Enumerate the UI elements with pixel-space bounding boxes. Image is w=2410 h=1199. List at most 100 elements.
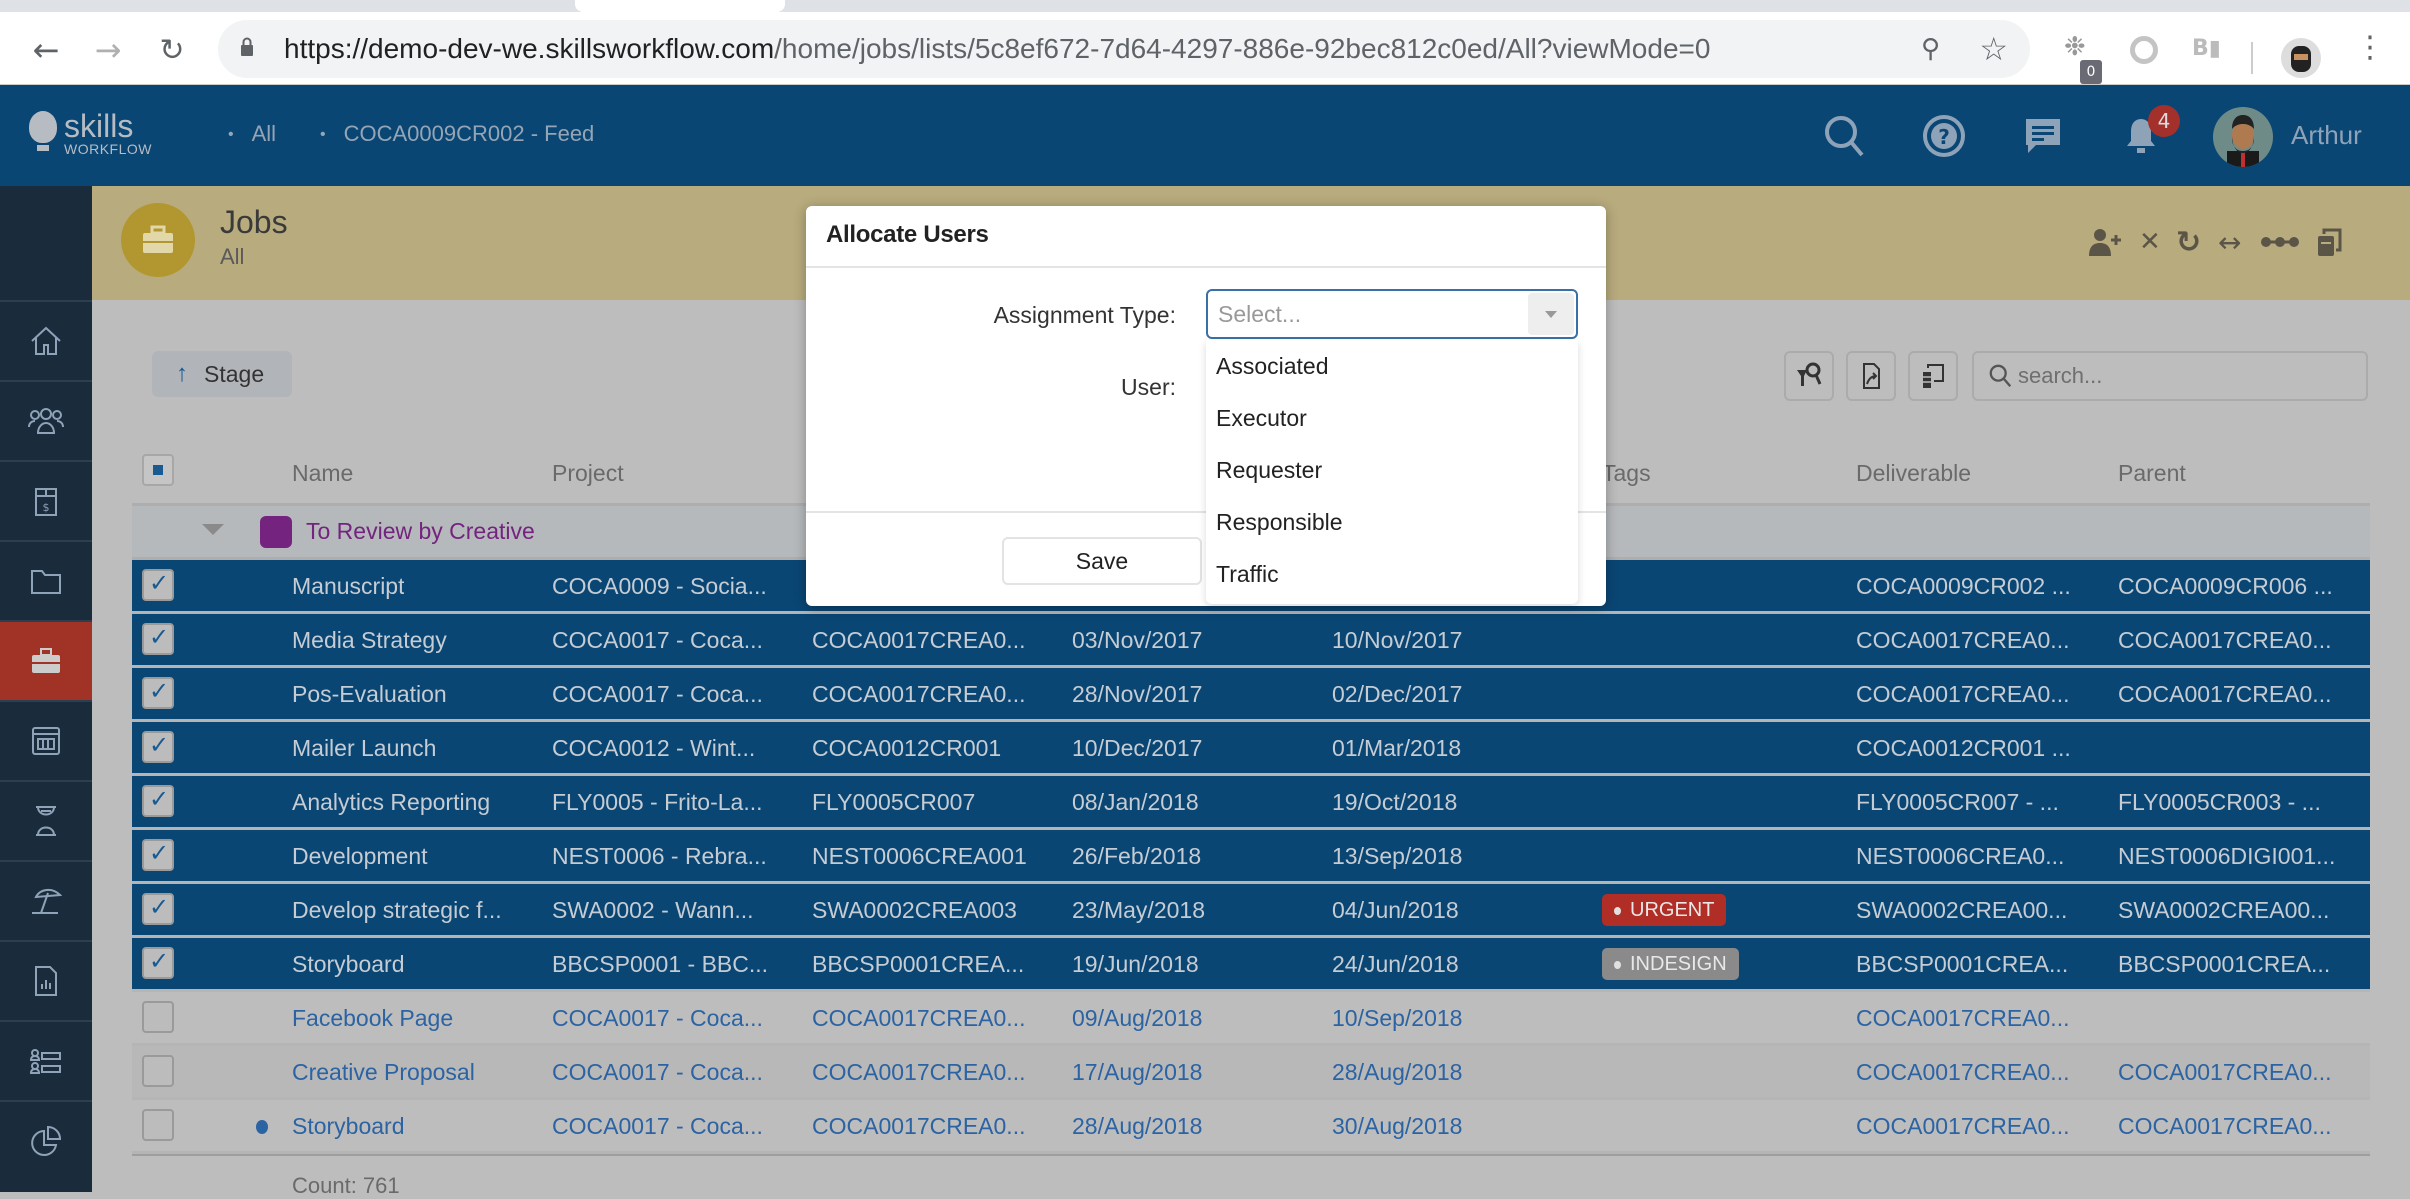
- username[interactable]: Arthur: [2291, 120, 2362, 151]
- help-icon[interactable]: ?: [1921, 113, 1967, 159]
- table-row[interactable]: Media Strategy COCA0017 - Coca... COCA0017…: [132, 614, 2370, 668]
- row-checkbox[interactable]: [142, 785, 174, 817]
- sidebar-item-jobs[interactable]: [0, 620, 92, 700]
- browser-active-tab[interactable]: [575, 0, 785, 12]
- cell-deliverable[interactable]: COCA0017CREA0...: [1856, 1059, 2069, 1086]
- row-checkbox[interactable]: [142, 839, 174, 871]
- stage-sort-button[interactable]: ↑ Stage: [152, 351, 292, 397]
- cell-parent[interactable]: COCA0017CREA0...: [2118, 1059, 2331, 1086]
- chevron-down-icon[interactable]: [1528, 293, 1574, 335]
- reload-icon[interactable]: ↻: [152, 30, 192, 70]
- search-input[interactable]: [2018, 361, 2348, 391]
- cell-job-code[interactable]: COCA0017CREA0...: [812, 1113, 1025, 1140]
- column-header-deliverable[interactable]: Deliverable: [1856, 460, 1971, 487]
- cell-parent[interactable]: COCA0017CREA0...: [2118, 1113, 2331, 1140]
- more-icon[interactable]: [2260, 226, 2300, 258]
- cell-due-date[interactable]: 10/Sep/2018: [1332, 1005, 1462, 1032]
- cell-job-code[interactable]: COCA0017CREA0...: [812, 1005, 1025, 1032]
- cell-name[interactable]: Storyboard: [292, 1113, 405, 1140]
- refresh-icon[interactable]: ↻: [2176, 225, 2201, 260]
- export-button[interactable]: [1846, 351, 1896, 401]
- table-row[interactable]: Facebook Page COCA0017 - Coca... COCA0017C…: [132, 992, 2370, 1046]
- close-icon[interactable]: ✕: [2139, 226, 2161, 258]
- sidebar-item-timesheet[interactable]: [0, 780, 92, 860]
- row-checkbox[interactable]: [142, 623, 174, 655]
- cell-start-date[interactable]: 09/Aug/2018: [1072, 1005, 1202, 1032]
- cell-deliverable[interactable]: COCA0017CREA0...: [1856, 1113, 2069, 1140]
- sidebar-item-home[interactable]: [0, 300, 92, 380]
- column-chooser-button[interactable]: [1908, 351, 1958, 401]
- cell-due-date[interactable]: 30/Aug/2018: [1332, 1113, 1462, 1140]
- sidebar-item-analytics[interactable]: [0, 1100, 92, 1180]
- cell-project[interactable]: COCA0017 - Coca...: [552, 1005, 763, 1032]
- copy-icon[interactable]: [2318, 226, 2342, 258]
- table-row[interactable]: Development NEST0006 - Rebra... NEST0006CR…: [132, 830, 2370, 884]
- cell-name[interactable]: Facebook Page: [292, 1005, 453, 1032]
- profile-avatar[interactable]: [2281, 38, 2321, 78]
- row-checkbox[interactable]: [142, 569, 174, 601]
- filter-search-button[interactable]: [1784, 351, 1834, 401]
- table-row[interactable]: Storyboard BBCSP0001 - BBC... BBCSP0001CRE…: [132, 938, 2370, 992]
- save-button[interactable]: Save: [1002, 537, 1202, 585]
- table-row[interactable]: Analytics Reporting FLY0005 - Frito-La...…: [132, 776, 2370, 830]
- sidebar-item-calendar[interactable]: [0, 700, 92, 780]
- kebab-menu-icon[interactable]: ⋮: [2355, 30, 2385, 65]
- key-icon[interactable]: ⚲: [1921, 34, 1940, 64]
- assignment-type-select[interactable]: Select...: [1206, 289, 1578, 339]
- address-bar[interactable]: https://demo-dev-we.skillsworkflow.com/h…: [218, 20, 2030, 78]
- table-row[interactable]: Storyboard COCA0017 - Coca... COCA0017CREA…: [132, 1100, 2370, 1154]
- star-icon[interactable]: ☆: [1979, 30, 2008, 68]
- row-checkbox[interactable]: [142, 893, 174, 925]
- row-checkbox[interactable]: [142, 731, 174, 763]
- table-row[interactable]: Develop strategic f... SWA0002 - Wann... S…: [132, 884, 2370, 938]
- expand-horizontal-icon[interactable]: ↔: [2218, 226, 2241, 259]
- row-checkbox[interactable]: [142, 1055, 174, 1087]
- table-row[interactable]: Creative Proposal COCA0017 - Coca... COCA0…: [132, 1046, 2370, 1100]
- sidebar-item-resources[interactable]: [0, 1020, 92, 1100]
- row-checkbox[interactable]: [142, 677, 174, 709]
- dropdown-option-responsible[interactable]: Responsible: [1206, 496, 1578, 548]
- chat-icon[interactable]: [2020, 113, 2066, 159]
- dropdown-option-associated[interactable]: Associated: [1206, 340, 1578, 392]
- circle-extension-icon[interactable]: [2130, 36, 2158, 64]
- sidebar-item-absence[interactable]: [0, 860, 92, 940]
- extension-icon[interactable]: ❉: [2064, 32, 2086, 62]
- row-checkbox[interactable]: [142, 947, 174, 979]
- app-logo[interactable]: skills WORKFLOW: [28, 110, 152, 157]
- add-user-icon[interactable]: [2088, 226, 2124, 258]
- cell-start-date[interactable]: 28/Aug/2018: [1072, 1113, 1202, 1140]
- video-extension-icon[interactable]: B▮: [2192, 36, 2221, 61]
- cell-name: Development: [292, 843, 428, 869]
- select-all-checkbox[interactable]: [142, 454, 174, 486]
- column-header-tags[interactable]: Tags: [1602, 460, 1651, 487]
- cell-start-date[interactable]: 17/Aug/2018: [1072, 1059, 1202, 1086]
- sidebar-item-budget[interactable]: $: [0, 460, 92, 540]
- collapse-caret-icon[interactable]: [202, 524, 224, 535]
- dropdown-option-executor[interactable]: Executor: [1206, 392, 1578, 444]
- user-avatar[interactable]: [2213, 107, 2273, 167]
- column-header-parent[interactable]: Parent: [2118, 460, 2186, 487]
- cell-project[interactable]: COCA0017 - Coca...: [552, 1113, 763, 1140]
- dropdown-option-traffic[interactable]: Traffic: [1206, 548, 1578, 600]
- row-checkbox[interactable]: [142, 1001, 174, 1033]
- sidebar-item-reports[interactable]: [0, 940, 92, 1020]
- cell-name[interactable]: Creative Proposal: [292, 1059, 475, 1086]
- row-checkbox[interactable]: [142, 1109, 174, 1141]
- back-icon[interactable]: ←: [26, 30, 66, 70]
- cell-due-date[interactable]: 28/Aug/2018: [1332, 1059, 1462, 1086]
- breadcrumb-item[interactable]: • All: [228, 121, 276, 147]
- sidebar-item-folder[interactable]: [0, 540, 92, 620]
- breadcrumb-item[interactable]: • COCA0009CR002 - Feed: [320, 121, 594, 147]
- cell-project[interactable]: COCA0017 - Coca...: [552, 1059, 763, 1086]
- search-icon[interactable]: [1822, 113, 1868, 159]
- search-field[interactable]: [1972, 351, 2368, 401]
- cell-job-code[interactable]: COCA0017CREA0...: [812, 1059, 1025, 1086]
- forward-icon[interactable]: →: [88, 30, 128, 70]
- table-row[interactable]: Pos-Evaluation COCA0017 - Coca... COCA0017…: [132, 668, 2370, 722]
- column-header-name[interactable]: Name: [292, 460, 353, 487]
- column-header-project[interactable]: Project: [552, 460, 624, 487]
- cell-deliverable[interactable]: COCA0017CREA0...: [1856, 1005, 2069, 1032]
- dropdown-option-requester[interactable]: Requester: [1206, 444, 1578, 496]
- sidebar-item-people[interactable]: [0, 380, 92, 460]
- table-row[interactable]: Mailer Launch COCA0012 - Wint... COCA0012C…: [132, 722, 2370, 776]
